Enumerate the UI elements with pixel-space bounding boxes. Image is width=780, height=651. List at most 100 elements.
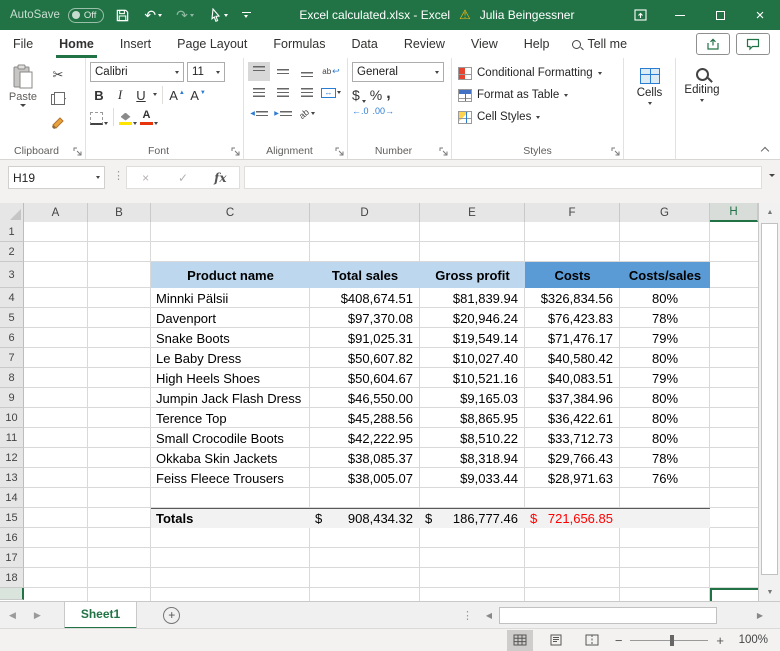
totals-label-cell[interactable]: Totals: [151, 508, 310, 528]
shrink-font-button[interactable]: A ▼: [189, 85, 207, 104]
zoom-slider-track[interactable]: [630, 634, 709, 647]
table-header-cell[interactable]: Costs: [525, 262, 620, 288]
table-cell[interactable]: $40,580.42: [525, 348, 620, 368]
fill-color-button[interactable]: [119, 107, 137, 126]
zoom-out-button[interactable]: −: [615, 633, 623, 648]
cancel-button[interactable]: ×: [127, 171, 164, 185]
scroll-down-button[interactable]: ▼: [759, 583, 780, 601]
increase-decimal-button[interactable]: ←.0: [352, 106, 369, 116]
maximize-button[interactable]: [700, 0, 740, 30]
table-cell[interactable]: $37,384.96: [525, 388, 620, 408]
chevron-down-icon[interactable]: [153, 93, 157, 96]
row-header-9[interactable]: 9: [0, 388, 24, 408]
cells-button[interactable]: Cells: [628, 62, 671, 140]
column-header-A[interactable]: A: [24, 203, 88, 222]
normal-view-button[interactable]: [506, 629, 533, 651]
next-sheet-button[interactable]: ▶: [25, 610, 50, 621]
font-size-select[interactable]: 11: [187, 62, 225, 82]
italic-button[interactable]: I: [111, 85, 129, 104]
enter-button[interactable]: ✓: [164, 171, 201, 185]
tab-view[interactable]: View: [458, 30, 511, 58]
name-box[interactable]: H19: [8, 166, 105, 189]
table-cell[interactable]: $408,674.51: [310, 288, 420, 308]
tab-page-layout[interactable]: Page Layout: [164, 30, 260, 58]
table-cell[interactable]: $46,550.00: [310, 388, 420, 408]
tab-home[interactable]: Home: [46, 30, 107, 58]
select-all-corner[interactable]: [0, 203, 24, 222]
table-cell[interactable]: 80%: [620, 348, 710, 368]
table-cell[interactable]: $81,839.94: [420, 288, 525, 308]
totals-empty-cell[interactable]: [620, 508, 710, 528]
customize-quick-access-button[interactable]: [239, 0, 254, 30]
table-cell[interactable]: $10,027.40: [420, 348, 525, 368]
sheet-bar-grip[interactable]: ⋮: [462, 609, 473, 622]
grid-body[interactable]: Product name Total sales Gross profit Costs…: [24, 222, 758, 601]
totals-value-cell[interactable]: $186,777.46: [420, 508, 525, 528]
row-header-12[interactable]: 12: [0, 448, 24, 468]
row-header-14[interactable]: 14: [0, 488, 24, 508]
row-header-13[interactable]: 13: [0, 468, 24, 488]
ribbon-display-options-button[interactable]: [620, 0, 660, 30]
tab-data[interactable]: Data: [338, 30, 390, 58]
column-header-E[interactable]: E: [420, 203, 525, 222]
zoom-slider-thumb[interactable]: [670, 634, 675, 646]
table-cell[interactable]: $29,766.43: [525, 448, 620, 468]
table-cell[interactable]: $76,423.83: [525, 308, 620, 328]
table-cell[interactable]: Okkaba Skin Jackets: [151, 448, 310, 468]
row-header-3[interactable]: 3: [0, 262, 24, 288]
tab-insert[interactable]: Insert: [107, 30, 164, 58]
row-header-6[interactable]: 6: [0, 328, 24, 348]
table-cell[interactable]: 79%: [620, 328, 710, 348]
active-cell-H19[interactable]: [710, 588, 758, 601]
conditional-formatting-button[interactable]: Conditional Formatting: [456, 62, 602, 84]
formula-input[interactable]: [244, 166, 762, 189]
table-cell[interactable]: Minnki Pälsii: [151, 288, 310, 308]
comments-button[interactable]: [736, 33, 770, 55]
table-cell[interactable]: $50,604.67: [310, 368, 420, 388]
format-as-table-button[interactable]: Format as Table: [456, 84, 569, 106]
accounting-format-button[interactable]: $: [352, 85, 366, 103]
clipboard-dialog-launcher[interactable]: [73, 147, 83, 157]
row-header-5[interactable]: 5: [0, 308, 24, 328]
table-cell[interactable]: 80%: [620, 288, 710, 308]
comma-style-button[interactable]: ,: [386, 85, 390, 103]
row-header-16[interactable]: 16: [0, 528, 24, 548]
zoom-in-button[interactable]: +: [716, 633, 724, 648]
table-cell[interactable]: 80%: [620, 428, 710, 448]
align-middle-button[interactable]: [272, 62, 294, 81]
table-cell[interactable]: $40,083.51: [525, 368, 620, 388]
table-cell[interactable]: $9,033.44: [420, 468, 525, 488]
alignment-dialog-launcher[interactable]: [335, 147, 345, 157]
table-cell[interactable]: $19,549.14: [420, 328, 525, 348]
totals-value-cell[interactable]: $721,656.85: [525, 508, 620, 528]
table-header-cell[interactable]: Costs/sales: [620, 262, 710, 288]
row-header-17[interactable]: 17: [0, 548, 24, 568]
minimize-button[interactable]: [660, 0, 700, 30]
bold-button[interactable]: B: [90, 85, 108, 104]
decrease-decimal-button[interactable]: .00→: [373, 106, 395, 116]
table-cell[interactable]: $326,834.56: [525, 288, 620, 308]
row-header-18[interactable]: 18: [0, 568, 24, 588]
table-cell[interactable]: 76%: [620, 468, 710, 488]
align-bottom-button[interactable]: [296, 62, 318, 81]
autosave-toggle[interactable]: Off: [67, 7, 105, 23]
table-cell[interactable]: $50,607.82: [310, 348, 420, 368]
scroll-left-button[interactable]: ◀: [481, 611, 497, 620]
table-cell[interactable]: High Heels Shoes: [151, 368, 310, 388]
table-cell[interactable]: $71,476.17: [525, 328, 620, 348]
table-cell[interactable]: Feiss Fleece Trousers: [151, 468, 310, 488]
page-break-preview-button[interactable]: [579, 630, 605, 651]
row-header-4[interactable]: 4: [0, 288, 24, 308]
table-header-cell[interactable]: Gross profit: [420, 262, 525, 288]
table-cell[interactable]: $28,971.63: [525, 468, 620, 488]
styles-dialog-launcher[interactable]: [611, 147, 621, 157]
table-cell[interactable]: Snake Boots: [151, 328, 310, 348]
increase-indent-button[interactable]: ▶: [272, 104, 294, 123]
table-cell[interactable]: $8,510.22: [420, 428, 525, 448]
column-header-D[interactable]: D: [310, 203, 420, 222]
table-cell[interactable]: $10,521.16: [420, 368, 525, 388]
horizontal-scrollbar[interactable]: ◀ ▶: [481, 602, 768, 629]
table-header-cell[interactable]: Total sales: [310, 262, 420, 288]
row-header-1[interactable]: 1: [0, 222, 24, 242]
table-cell[interactable]: $91,025.31: [310, 328, 420, 348]
